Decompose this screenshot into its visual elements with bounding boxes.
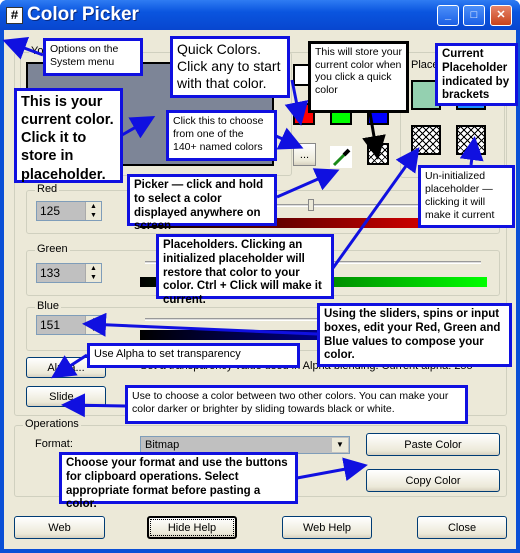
named-colors-button[interactable]: ...: [293, 143, 316, 166]
slide-button[interactable]: Slide...: [26, 386, 106, 407]
red-value[interactable]: 125: [40, 204, 60, 218]
help-format: Choose your format and use the buttons f…: [59, 452, 298, 510]
copy-color-button[interactable]: Copy Color: [366, 469, 500, 492]
system-menu-icon[interactable]: #: [6, 7, 23, 24]
help-uninit-placeholder: Un-initialized placeholder — clicking it…: [418, 165, 515, 228]
green-value[interactable]: 133: [40, 266, 60, 280]
help-current-placeholder: Current Placeholder indicated by bracket…: [435, 43, 518, 106]
help-current-color: This is your current color. Click it to …: [14, 88, 123, 183]
help-alpha: Use Alpha to set transparency: [87, 343, 300, 368]
placeholder-3[interactable]: [411, 125, 441, 155]
green-spin-buttons[interactable]: ▲ ▼: [85, 264, 101, 282]
minimize-button[interactable]: _: [437, 5, 459, 26]
green-spin-input[interactable]: 133 ▲ ▼: [36, 263, 102, 283]
operations-label: Operations: [23, 418, 81, 430]
title-bar[interactable]: # Color Picker _ □ ✕: [0, 0, 520, 30]
paste-color-button[interactable]: Paste Color: [366, 433, 500, 456]
blue-spin-input[interactable]: 151 ▲ ▼: [36, 315, 102, 335]
help-placeholders: Placeholders. Clicking an initialized pl…: [156, 234, 334, 306]
red-label: Red: [35, 183, 60, 195]
dropdown-arrow-icon[interactable]: ▼: [332, 438, 348, 452]
help-picker: Picker — click and hold to select a colo…: [127, 174, 277, 232]
help-system-menu: Options on the System menu: [43, 38, 143, 76]
help-quick-colors: Quick Colors. Click any to start with th…: [170, 36, 290, 98]
store-placeholder-swatch[interactable]: [367, 143, 389, 165]
blue-label: Blue: [35, 300, 62, 312]
help-store: This will store your current color when …: [308, 41, 409, 113]
placeholder-4[interactable]: [456, 125, 486, 155]
format-value: Bitmap: [145, 439, 180, 451]
hide-help-button[interactable]: Hide Help: [147, 516, 237, 539]
blue-value[interactable]: 151: [40, 318, 60, 332]
eyedropper-picker-icon[interactable]: [330, 146, 352, 168]
blue-spin-buttons[interactable]: ▲ ▼: [85, 316, 101, 334]
close-window-button[interactable]: ✕: [490, 5, 512, 26]
maximize-button[interactable]: □: [463, 5, 485, 26]
window-title: Color Picker: [27, 4, 139, 25]
web-help-button[interactable]: Web Help: [282, 516, 372, 539]
format-label: Format:: [35, 438, 73, 450]
help-named-colors: Click this to choose from one of the 140…: [166, 110, 277, 161]
help-slide: Use to choose a color between two other …: [125, 385, 468, 424]
help-sliders: Using the sliders, spins or input boxes,…: [317, 303, 512, 367]
close-button[interactable]: Close: [417, 516, 507, 539]
red-slider-thumb[interactable]: [308, 199, 314, 211]
red-spin-input[interactable]: 125 ▲ ▼: [36, 201, 102, 221]
web-button[interactable]: Web: [14, 516, 105, 539]
red-spin-buttons[interactable]: ▲ ▼: [85, 202, 101, 220]
green-label: Green: [35, 243, 70, 255]
